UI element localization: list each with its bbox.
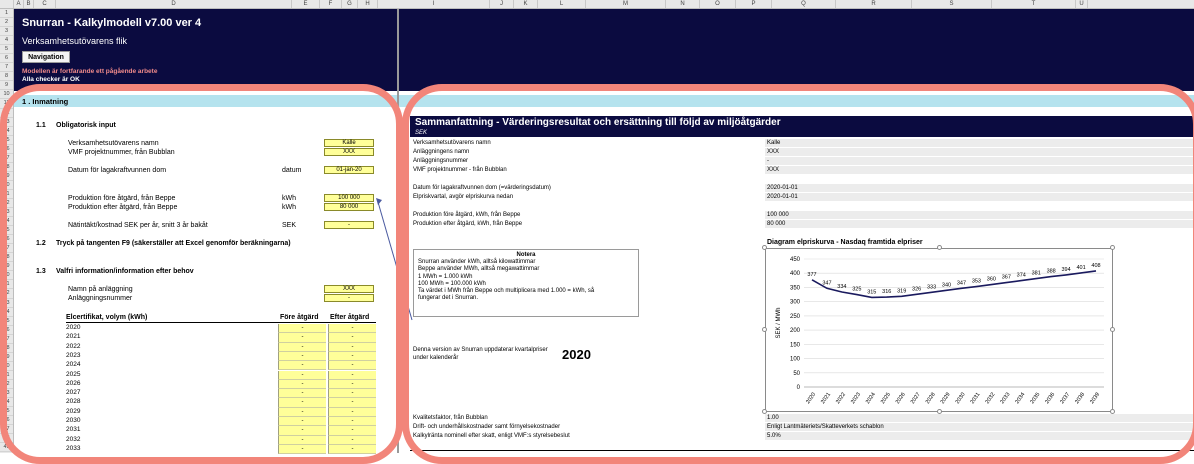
row-header-9[interactable]: 9 <box>0 81 13 91</box>
column-header-f[interactable]: F <box>320 0 342 8</box>
column-header-e[interactable]: E <box>292 0 320 8</box>
column-header-l[interactable]: L <box>538 0 586 8</box>
row-header-8[interactable]: 8 <box>0 72 13 82</box>
column-header-n[interactable]: N <box>666 0 700 8</box>
column-header-d[interactable]: D <box>56 0 292 8</box>
column-header-u[interactable]: U <box>1076 0 1088 8</box>
row-header-1[interactable]: 1 <box>0 9 13 19</box>
column-header-t[interactable]: T <box>992 0 1076 8</box>
column-header-g[interactable]: G <box>342 0 358 8</box>
row-header-3[interactable]: 3 <box>0 27 13 37</box>
highlight-circle-left <box>0 84 403 464</box>
column-header-m[interactable]: M <box>586 0 666 8</box>
row-header-5[interactable]: 5 <box>0 45 13 55</box>
column-header-a[interactable]: A <box>14 0 24 8</box>
row-header-2[interactable]: 2 <box>0 18 13 28</box>
sheet-subtitle: Verksamhetsutövarens flik <box>22 36 128 46</box>
row-header-4[interactable]: 4 <box>0 36 13 46</box>
model-title: Snurran - Kalkylmodell v7.00 ver 4 <box>22 17 202 29</box>
row-header-7[interactable]: 7 <box>0 63 13 73</box>
column-header-h[interactable]: H <box>358 0 378 8</box>
column-header-p[interactable]: P <box>736 0 772 8</box>
column-header-b[interactable]: B <box>24 0 34 8</box>
column-header-j[interactable]: J <box>490 0 514 8</box>
column-header-i[interactable]: I <box>378 0 490 8</box>
column-header-o[interactable]: O <box>700 0 736 8</box>
column-header-q[interactable]: Q <box>772 0 836 8</box>
column-header-s[interactable]: S <box>912 0 992 8</box>
column-header-k[interactable]: K <box>514 0 538 8</box>
row-header-6[interactable]: 6 <box>0 54 13 64</box>
highlight-circle-right <box>402 84 1194 464</box>
select-all-corner[interactable] <box>0 0 14 8</box>
column-header-bar: ABCDEFGHIJKLMNOPQRSTU <box>0 0 1194 9</box>
work-in-progress-warning: Modellen är fortfarande ett pågående arb… <box>22 68 158 75</box>
navigation-button[interactable]: Navigation <box>22 51 70 63</box>
column-header-r[interactable]: R <box>836 0 912 8</box>
column-header-c[interactable]: C <box>34 0 56 8</box>
checks-status: Alla checker är OK <box>22 76 80 83</box>
